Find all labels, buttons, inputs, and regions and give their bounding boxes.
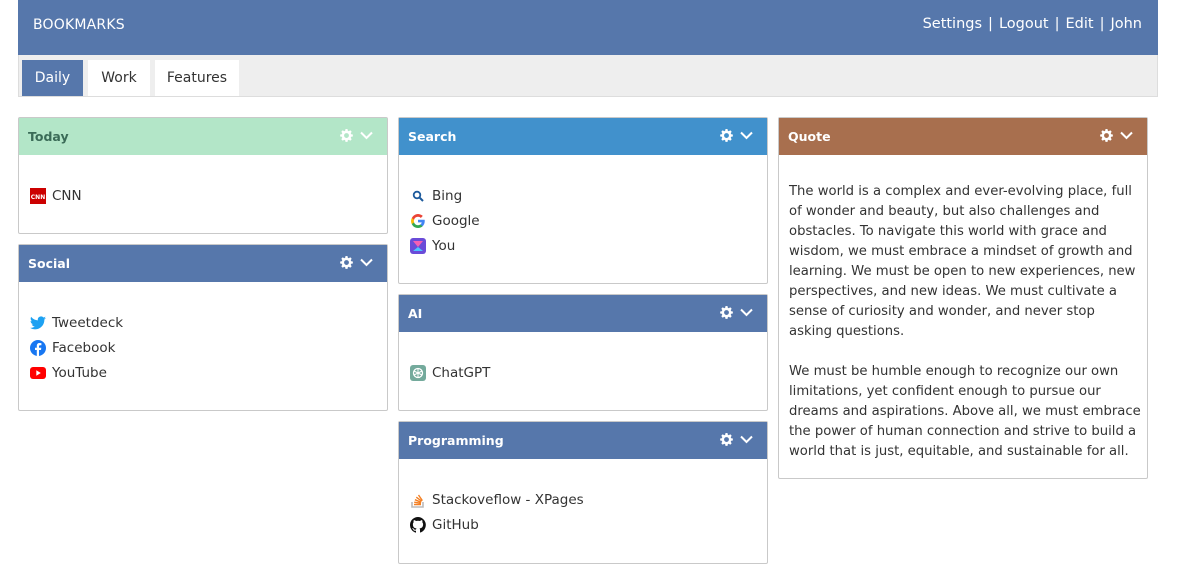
cnn-icon: CNN (30, 187, 46, 204)
chevron-down-icon[interactable] (740, 308, 753, 317)
you-icon (410, 237, 426, 254)
bookmark-label: CNN (52, 187, 82, 204)
bookmark-youtube[interactable]: YouTube (30, 360, 375, 385)
panel-quote: Quote The world is a complex and ever-ev… (778, 117, 1148, 479)
bookmark-you[interactable]: You (410, 233, 755, 258)
panel-body: Bing Google You (399, 155, 767, 278)
edit-link[interactable]: Edit (1065, 16, 1093, 32)
panel-header: Search (399, 118, 767, 155)
quote-paragraph: We must be humble enough to recognize ou… (789, 364, 1141, 459)
panel-header: AI (399, 295, 767, 332)
user-link[interactable]: John (1110, 16, 1142, 32)
facebook-icon (30, 339, 46, 356)
panel-header: Programming (399, 422, 767, 459)
bing-search-icon (410, 188, 426, 204)
bookmark-github[interactable]: GitHub (410, 512, 755, 537)
chevron-down-icon[interactable] (1120, 131, 1133, 140)
chevron-down-icon[interactable] (360, 131, 373, 140)
panel-body: Tweetdeck Facebook YouTube (19, 282, 387, 405)
bookmark-cnn[interactable]: CNN CNN (30, 183, 375, 208)
bookmark-google[interactable]: Google (410, 208, 755, 233)
panel-title: Quote (788, 129, 831, 144)
gear-icon[interactable] (340, 129, 353, 142)
panel-header: Today (19, 118, 387, 155)
bookmark-label: Stackoveflow - XPages (432, 491, 584, 508)
chevron-down-icon[interactable] (360, 258, 373, 267)
gear-icon[interactable] (720, 306, 733, 319)
nav-separator: | (988, 16, 993, 32)
tab-work[interactable]: Work (88, 60, 150, 96)
app-header: BOOKMARKS Settings | Logout | Edit | Joh… (18, 0, 1158, 55)
stackoverflow-icon (410, 492, 426, 508)
app-title: BOOKMARKS (33, 17, 125, 33)
chevron-down-icon[interactable] (740, 435, 753, 444)
bookmark-stackoverflow[interactable]: Stackoveflow - XPages (410, 487, 755, 512)
quote-paragraph: The world is a complex and ever-evolving… (789, 184, 1136, 339)
gear-icon[interactable] (720, 129, 733, 142)
bookmark-label: ChatGPT (432, 364, 491, 381)
panel-title: Social (28, 256, 71, 271)
panel-search: Search Bing Google You (398, 117, 768, 284)
nav-separator: | (1099, 16, 1105, 32)
chatgpt-icon (410, 364, 426, 381)
panel-title: Today (28, 129, 69, 144)
bookmark-facebook[interactable]: Facebook (30, 335, 375, 360)
bookmark-label: GitHub (432, 516, 479, 533)
logout-link[interactable]: Logout (999, 16, 1049, 32)
panel-title: AI (408, 306, 423, 321)
panel-header: Social (19, 245, 387, 282)
youtube-icon (30, 365, 46, 381)
panel-title: Search (408, 129, 457, 144)
bookmark-tweetdeck[interactable]: Tweetdeck (30, 310, 375, 335)
panel-header: Quote (779, 118, 1147, 155)
panel-today: Today CNN CNN (18, 117, 388, 234)
bookmark-bing[interactable]: Bing (410, 183, 755, 208)
settings-link[interactable]: Settings (923, 16, 982, 32)
panel-ai: AI ChatGPT (398, 294, 768, 411)
nav-separator: | (1054, 16, 1060, 32)
google-icon (410, 213, 426, 229)
bookmark-label: Google (432, 212, 480, 229)
tab-bar: Daily Work Features (18, 55, 1158, 97)
svg-text:CNN: CNN (31, 194, 45, 201)
panel-title: Programming (408, 433, 504, 448)
panel-body: CNN CNN (19, 155, 387, 228)
tab-daily[interactable]: Daily (22, 60, 83, 96)
gear-icon[interactable] (340, 256, 353, 269)
bookmark-label: You (432, 237, 456, 254)
tab-features[interactable]: Features (155, 60, 239, 96)
top-nav: Settings | Logout | Edit | John (923, 16, 1142, 32)
github-icon (410, 516, 426, 533)
bookmark-chatgpt[interactable]: ChatGPT (410, 360, 755, 385)
panel-body: ChatGPT (399, 332, 767, 405)
bookmark-label: Facebook (52, 339, 116, 356)
panel-social: Social Tweetdeck Facebook YouTube (18, 244, 388, 411)
panel-programming: Programming Stackoveflow - XPages GitHub (398, 421, 768, 564)
bookmark-label: YouTube (52, 364, 107, 381)
twitter-icon (30, 315, 46, 331)
bookmark-label: Bing (432, 187, 463, 204)
bookmark-label: Tweetdeck (52, 314, 124, 331)
gear-icon[interactable] (1100, 129, 1113, 142)
chevron-down-icon[interactable] (740, 131, 753, 140)
quote-body: The world is a complex and ever-evolving… (779, 155, 1147, 462)
gear-icon[interactable] (720, 433, 733, 446)
panel-body: Stackoveflow - XPages GitHub (399, 459, 767, 557)
